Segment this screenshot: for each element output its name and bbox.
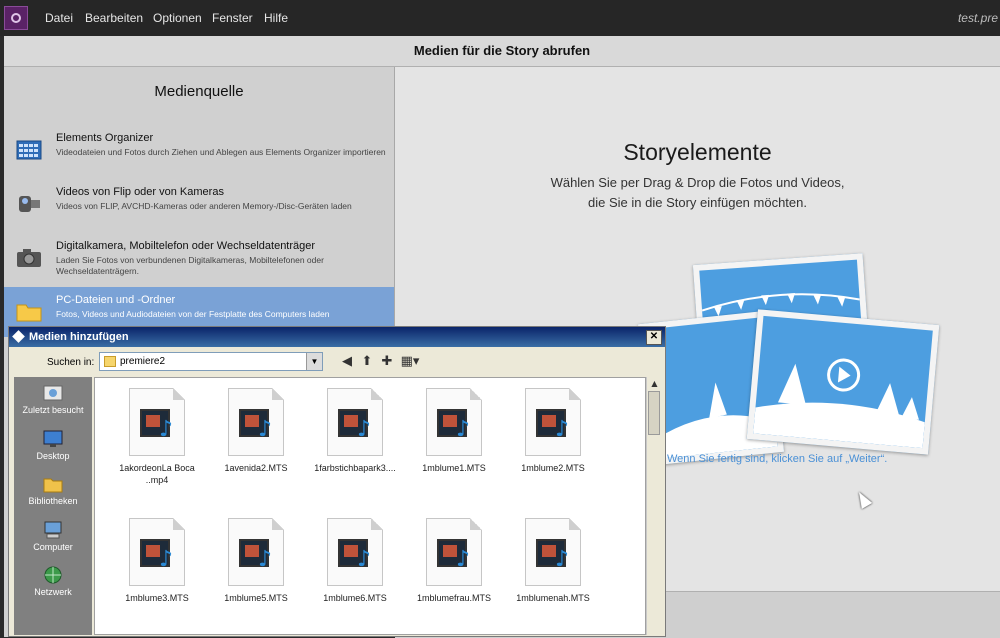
scroll-up-icon[interactable]: ▲ bbox=[647, 377, 662, 391]
file-item[interactable]: ♪ 1avenida2.MTS bbox=[207, 388, 305, 474]
file-item[interactable]: ♪ 1farbstichbapark3.... bbox=[306, 388, 404, 474]
source-description: Videos von FLIP, AVCHD-Kameras oder ande… bbox=[56, 201, 352, 211]
source-title: Elements Organizer bbox=[56, 132, 154, 144]
app-logo-icon[interactable] bbox=[4, 6, 28, 30]
source-title: PC-Dateien und -Ordner bbox=[56, 294, 176, 306]
look-in-value: premiere2 bbox=[120, 356, 166, 367]
video-file-icon: ♪ bbox=[426, 388, 482, 456]
video-file-icon: ♪ bbox=[525, 388, 581, 456]
file-name: 1mblume5.MTS bbox=[224, 593, 288, 603]
recent-places-icon bbox=[43, 385, 63, 401]
folder-icon bbox=[104, 356, 116, 367]
video-file-icon: ♪ bbox=[228, 388, 284, 456]
source-description: Fotos, Videos und Audiodateien von der F… bbox=[56, 309, 330, 319]
file-item[interactable]: ♪ 1mblumefrau.MTS bbox=[405, 518, 503, 604]
video-file-icon: ♪ bbox=[129, 388, 185, 456]
network-globe-icon bbox=[44, 566, 62, 584]
file-name: 1mblume1.MTS bbox=[422, 463, 486, 473]
source-flip-cameras[interactable]: Videos von Flip oder von Kameras Videos … bbox=[4, 179, 394, 229]
computer-icon bbox=[44, 521, 62, 539]
place-libraries[interactable]: Bibliotheken bbox=[14, 474, 92, 506]
look-in-dropdown[interactable]: premiere2 ▼ bbox=[99, 352, 323, 371]
story-elements-instructions: Wählen Sie per Drag & Drop die Fotos und… bbox=[395, 173, 1000, 213]
dialog-app-icon bbox=[12, 330, 25, 343]
video-file-icon: ♪ bbox=[228, 518, 284, 586]
folder-icon bbox=[16, 304, 42, 322]
trees-video-image-icon bbox=[753, 358, 925, 449]
file-name: 1mblumenah.MTS bbox=[516, 593, 590, 603]
menu-bar: Datei Bearbeiten Optionen Fenster Hilfe … bbox=[0, 0, 1000, 36]
place-label: Bibliotheken bbox=[28, 496, 78, 506]
file-list-scrollbar[interactable]: ▲ bbox=[646, 377, 662, 635]
menu-datei[interactable]: Datei bbox=[45, 11, 73, 25]
dialog-title: Medien hinzufügen bbox=[29, 331, 129, 343]
close-button[interactable]: ✕ bbox=[646, 330, 662, 345]
place-label: Computer bbox=[33, 542, 73, 552]
source-title: Videos von Flip oder von Kameras bbox=[56, 186, 224, 198]
file-item[interactable]: ♪ 1akordeonLa Boca ..mp4 bbox=[108, 388, 206, 486]
file-name: 1mblume3.MTS bbox=[125, 593, 189, 603]
source-title: Digitalkamera, Mobiltelefon oder Wechsel… bbox=[56, 240, 316, 252]
libraries-icon bbox=[43, 478, 63, 493]
menu-optionen[interactable]: Optionen bbox=[153, 11, 202, 25]
file-name: 1avenida2.MTS bbox=[224, 463, 288, 473]
new-folder-icon[interactable]: ✚ bbox=[379, 354, 395, 370]
camera-icon bbox=[17, 249, 41, 267]
place-network[interactable]: Netzwerk bbox=[14, 565, 92, 597]
file-item[interactable]: ♪ 1mblume5.MTS bbox=[207, 518, 305, 604]
instruction-line-2: die Sie in die Story einfügen möchten. bbox=[588, 195, 807, 210]
file-list: ♪ 1akordeonLa Boca ..mp4 ♪ 1avenida2.MTS… bbox=[94, 377, 646, 635]
place-desktop[interactable]: Desktop bbox=[14, 429, 92, 461]
video-file-icon: ♪ bbox=[129, 518, 185, 586]
dialog-titlebar[interactable]: Medien hinzufügen ✕ bbox=[9, 327, 665, 347]
place-recent[interactable]: Zuletzt besucht bbox=[14, 383, 92, 415]
chevron-down-icon[interactable]: ▼ bbox=[306, 353, 322, 370]
look-in-label: Suchen in: bbox=[47, 357, 95, 368]
menu-bearbeiten[interactable]: Bearbeiten bbox=[85, 11, 143, 25]
video-file-icon: ♪ bbox=[327, 388, 383, 456]
scroll-thumb[interactable] bbox=[648, 391, 660, 435]
view-menu-icon[interactable]: ▦▾ bbox=[399, 354, 421, 370]
file-name: 1mblumefrau.MTS bbox=[416, 593, 492, 603]
file-name: 1mblume2.MTS bbox=[521, 463, 585, 473]
menu-hilfe[interactable]: Hilfe bbox=[264, 11, 288, 25]
place-label: Netzwerk bbox=[34, 587, 72, 597]
photo-illustration-trees-video bbox=[746, 309, 940, 455]
instruction-line-1: Wählen Sie per Drag & Drop die Fotos und… bbox=[550, 175, 845, 190]
organizer-grid-icon bbox=[16, 140, 42, 160]
file-name: 1mblume6.MTS bbox=[323, 593, 387, 603]
source-digital-camera[interactable]: Digitalkamera, Mobiltelefon oder Wechsel… bbox=[4, 233, 394, 283]
story-elements-title: Storyelemente bbox=[623, 139, 772, 165]
desktop-icon bbox=[43, 430, 63, 447]
source-description: Videodateien und Fotos durch Ziehen und … bbox=[56, 147, 386, 157]
back-icon[interactable]: ◀ bbox=[339, 354, 355, 370]
up-folder-icon[interactable]: ⬆ bbox=[359, 354, 375, 370]
video-file-icon: ♪ bbox=[426, 518, 482, 586]
file-item[interactable]: ♪ 1mblume6.MTS bbox=[306, 518, 404, 604]
source-description: Laden Sie Fotos von verbundenen Digitalk… bbox=[56, 255, 324, 276]
file-name: 1akordeonLa Boca ..mp4 bbox=[119, 463, 195, 485]
place-label: Desktop bbox=[36, 451, 70, 461]
file-item[interactable]: ♪ 1mblume2.MTS bbox=[504, 388, 602, 474]
source-elements-organizer[interactable]: Elements Organizer Videodateien und Foto… bbox=[4, 125, 394, 175]
file-item[interactable]: ♪ 1mblume1.MTS bbox=[405, 388, 503, 474]
places-bar: Zuletzt besucht Desktop Bibliotheken Com… bbox=[14, 377, 92, 635]
document-title: test.pre bbox=[957, 11, 998, 25]
panel-header: Medien für die Story abrufen bbox=[4, 36, 1000, 67]
video-file-icon: ♪ bbox=[525, 518, 581, 586]
video-file-icon: ♪ bbox=[327, 518, 383, 586]
media-source-title: Medienquelle bbox=[154, 83, 244, 100]
place-label: Zuletzt besucht bbox=[22, 405, 84, 415]
file-item[interactable]: ♪ 1mblumenah.MTS bbox=[504, 518, 602, 604]
continue-hint: Wenn Sie fertig sind, klicken Sie auf „W… bbox=[667, 453, 888, 465]
file-name: 1farbstichbapark3.... bbox=[314, 463, 396, 473]
camcorder-icon bbox=[19, 196, 40, 212]
file-item[interactable]: ♪ 1mblume3.MTS bbox=[108, 518, 206, 604]
place-computer[interactable]: Computer bbox=[14, 520, 92, 552]
menu-fenster[interactable]: Fenster bbox=[212, 11, 253, 25]
add-media-dialog: Medien hinzufügen ✕ Suchen in: premiere2… bbox=[8, 326, 666, 637]
